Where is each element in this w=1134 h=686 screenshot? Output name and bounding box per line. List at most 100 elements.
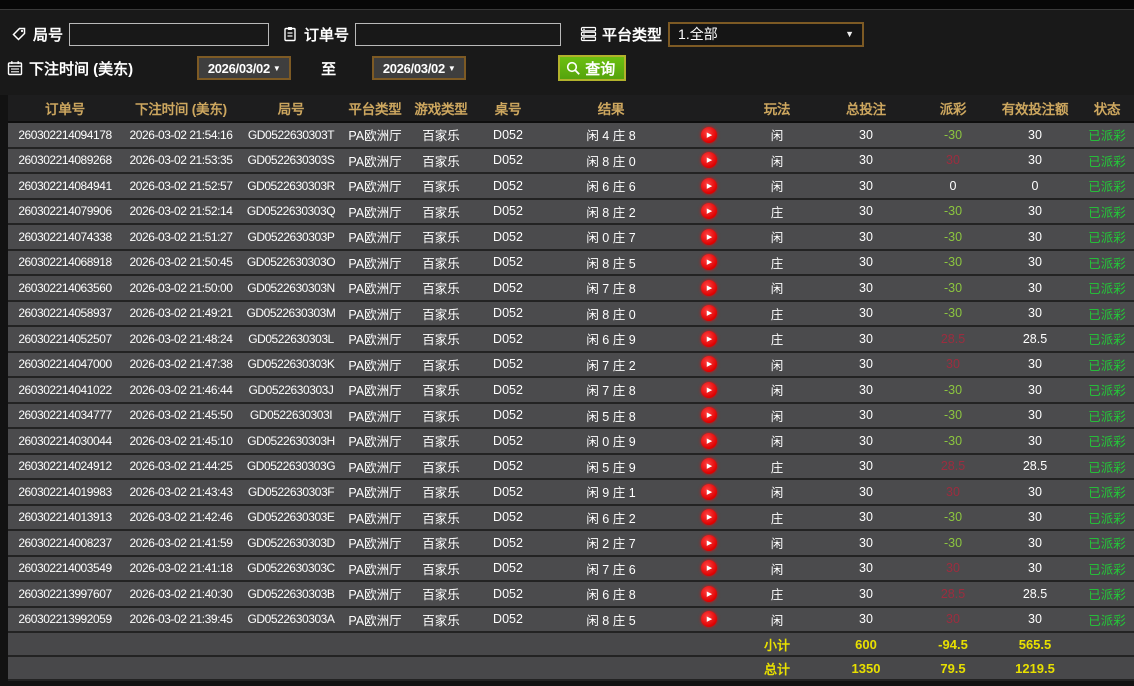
header-bet-side: 玩法 bbox=[763, 102, 791, 117]
cell-platform-type: PA欧洲厅 bbox=[348, 256, 402, 271]
cell-game-type: 百家乐 bbox=[422, 384, 460, 399]
replay-play-icon[interactable]: ▶ bbox=[701, 432, 717, 449]
cell-platform-type: PA欧洲厅 bbox=[348, 409, 402, 424]
cell-valid-bet: 30 bbox=[1028, 382, 1042, 397]
cell-platform-type: PA欧洲厅 bbox=[348, 613, 402, 628]
cell-status: 已派彩 bbox=[1088, 358, 1126, 373]
cell-game-type: 百家乐 bbox=[422, 333, 460, 348]
cell-bet-side: 庄 bbox=[770, 307, 784, 322]
subtotal-payout: -94.5 bbox=[938, 636, 968, 652]
cell-round-number: GD0522630303Q bbox=[246, 204, 336, 219]
replay-play-icon[interactable]: ▶ bbox=[701, 305, 717, 322]
replay-play-icon[interactable]: ▶ bbox=[701, 534, 717, 551]
platform-type-label: 平台类型 bbox=[602, 26, 663, 44]
cell-platform-type: PA欧洲厅 bbox=[348, 537, 402, 552]
cell-table-number: D052 bbox=[493, 280, 523, 295]
cell-order-number: 260302214034777 bbox=[18, 408, 112, 423]
cell-total-bet: 30 bbox=[859, 306, 873, 321]
cell-bet-time: 2026-03-02 21:45:10 bbox=[129, 433, 233, 448]
grand-total-total-bet: 1350 bbox=[851, 660, 881, 676]
cell-table-number: D052 bbox=[493, 535, 523, 550]
cell-result: 闲 7 庄 6 bbox=[586, 562, 636, 577]
cell-bet-side: 闲 bbox=[770, 282, 784, 297]
cell-platform-type: PA欧洲厅 bbox=[348, 333, 402, 348]
cell-table-number: D052 bbox=[493, 306, 523, 321]
cell-table-number: D052 bbox=[493, 127, 523, 142]
replay-play-icon[interactable]: ▶ bbox=[701, 407, 717, 424]
cell-bet-side: 庄 bbox=[770, 588, 784, 603]
cell-bet-time: 2026-03-02 21:50:00 bbox=[129, 280, 233, 295]
cell-result: 闲 5 庄 9 bbox=[586, 460, 636, 475]
table-row: 260302214089268 2026-03-02 21:53:35 GD05… bbox=[8, 148, 1134, 174]
replay-play-icon[interactable]: ▶ bbox=[701, 203, 717, 220]
replay-play-icon[interactable]: ▶ bbox=[701, 356, 717, 373]
cell-platform-type: PA欧洲厅 bbox=[348, 282, 402, 297]
replay-play-icon[interactable]: ▶ bbox=[701, 560, 717, 577]
table-row: 260302214094178 2026-03-02 21:54:16 GD05… bbox=[8, 123, 1134, 149]
cell-total-bet: 30 bbox=[859, 280, 873, 295]
filter-row-2: 下注时间 (美东) 2026/03/02 ▼ 至 2026/03/02 ▼ 查询 bbox=[7, 51, 1134, 85]
replay-play-icon[interactable]: ▶ bbox=[701, 279, 717, 296]
date-from-picker[interactable]: 2026/03/02 ▼ bbox=[197, 56, 292, 80]
cell-bet-time: 2026-03-02 21:44:25 bbox=[129, 459, 233, 474]
cell-round-number: GD0522630303M bbox=[246, 306, 336, 321]
cell-round-number: GD0522630303A bbox=[247, 612, 335, 627]
cell-valid-bet: 30 bbox=[1028, 561, 1042, 576]
cell-payout: -30 bbox=[943, 382, 963, 397]
cell-table-number: D052 bbox=[493, 357, 523, 372]
filter-bar: 局号 订单号 平台类型 1.全部 ▼ 下注时间 (美东) 2026/03/02 … bbox=[0, 10, 1134, 95]
top-strip bbox=[0, 0, 1134, 10]
order-number-input[interactable] bbox=[355, 22, 562, 46]
cell-table-number: D052 bbox=[493, 331, 523, 346]
cell-table-number: D052 bbox=[493, 382, 523, 397]
replay-play-icon[interactable]: ▶ bbox=[701, 585, 717, 602]
cell-round-number: GD0522630303L bbox=[248, 331, 334, 346]
replay-play-icon[interactable]: ▶ bbox=[701, 381, 717, 398]
cell-table-number: D052 bbox=[493, 459, 523, 474]
replay-play-icon[interactable]: ▶ bbox=[701, 509, 717, 526]
date-to-value: 2026/03/02 bbox=[382, 60, 445, 76]
replay-play-icon[interactable]: ▶ bbox=[701, 611, 717, 628]
cell-total-bet: 30 bbox=[859, 561, 873, 576]
cell-bet-time: 2026-03-02 21:50:45 bbox=[129, 255, 233, 270]
cell-order-number: 260302214079906 bbox=[18, 204, 112, 219]
replay-play-icon[interactable]: ▶ bbox=[701, 458, 717, 475]
cell-game-type: 百家乐 bbox=[422, 231, 460, 246]
platform-type-select[interactable]: 1.全部 ▼ bbox=[668, 21, 865, 47]
replay-play-icon[interactable]: ▶ bbox=[701, 483, 717, 500]
cell-valid-bet: 0 bbox=[1031, 178, 1039, 193]
cell-payout: 30 bbox=[946, 561, 960, 576]
table-row: 260302214074338 2026-03-02 21:51:27 GD05… bbox=[8, 225, 1134, 251]
grand-total-payout: 79.5 bbox=[940, 660, 966, 676]
search-button[interactable]: 查询 bbox=[558, 55, 627, 81]
cell-payout: 0 bbox=[949, 178, 957, 193]
header-round-number: 局号 bbox=[277, 102, 305, 117]
round-number-input[interactable] bbox=[69, 22, 270, 46]
cell-status: 已派彩 bbox=[1088, 154, 1126, 169]
cell-valid-bet: 30 bbox=[1028, 280, 1042, 295]
date-to-picker[interactable]: 2026/03/02 ▼ bbox=[372, 56, 467, 80]
replay-play-icon[interactable]: ▶ bbox=[701, 152, 717, 169]
replay-play-icon[interactable]: ▶ bbox=[701, 126, 717, 143]
cell-round-number: GD0522630303J bbox=[248, 382, 334, 397]
cell-status: 已派彩 bbox=[1088, 537, 1126, 552]
cell-bet-side: 闲 bbox=[770, 154, 784, 169]
cell-status: 已派彩 bbox=[1088, 231, 1126, 246]
cell-valid-bet: 30 bbox=[1028, 484, 1042, 499]
replay-play-icon[interactable]: ▶ bbox=[701, 254, 717, 271]
cell-bet-time: 2026-03-02 21:45:50 bbox=[129, 408, 233, 423]
cell-result: 闲 7 庄 8 bbox=[586, 282, 636, 297]
replay-play-icon[interactable]: ▶ bbox=[701, 330, 717, 347]
header-table-number: 桌号 bbox=[494, 102, 522, 117]
cell-bet-side: 闲 bbox=[770, 613, 784, 628]
cell-platform-type: PA欧洲厅 bbox=[348, 460, 402, 475]
replay-play-icon[interactable]: ▶ bbox=[701, 177, 717, 194]
subtotal-label: 小计 bbox=[763, 637, 790, 653]
cell-status: 已派彩 bbox=[1088, 129, 1126, 144]
cell-total-bet: 30 bbox=[859, 331, 873, 346]
cell-total-bet: 30 bbox=[859, 510, 873, 525]
clipboard-icon bbox=[281, 26, 299, 42]
replay-play-icon[interactable]: ▶ bbox=[701, 228, 717, 245]
date-from-value: 2026/03/02 bbox=[207, 60, 270, 76]
cell-bet-time: 2026-03-02 21:48:24 bbox=[129, 331, 233, 346]
